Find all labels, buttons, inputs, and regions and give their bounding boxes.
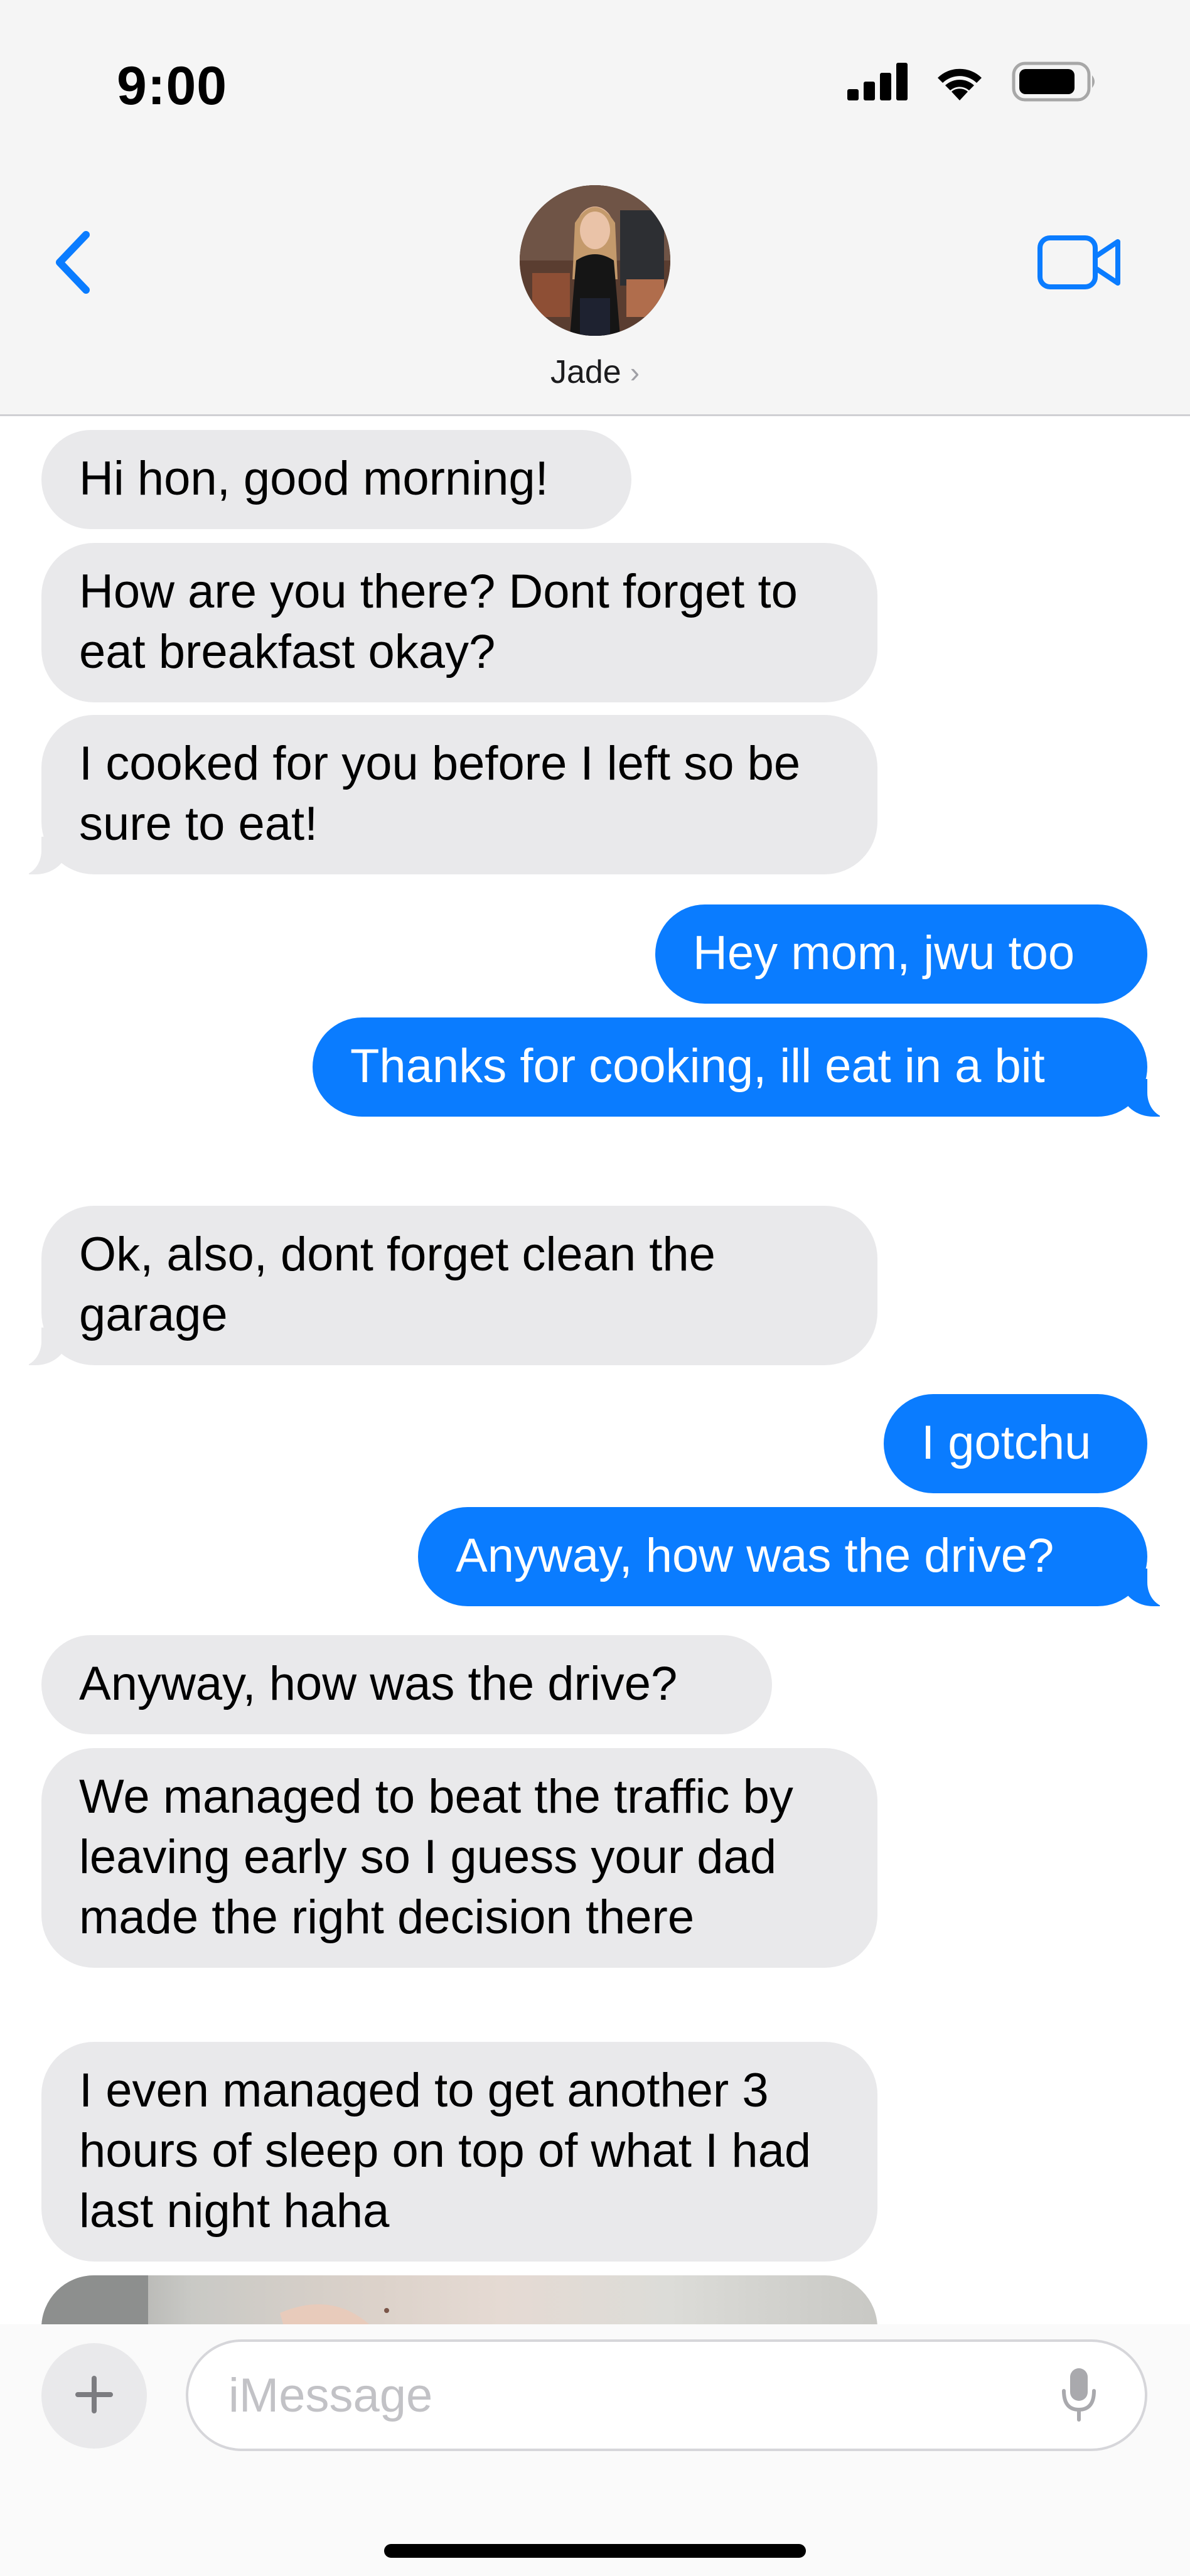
avatar — [520, 185, 670, 336]
plus-icon — [74, 2375, 114, 2418]
message-bubble-incoming[interactable]: How are you there? Dont forget to eat br… — [41, 543, 877, 702]
message-bubble-incoming[interactable]: Hi hon, good morning! — [41, 430, 631, 529]
wifi-icon — [933, 62, 987, 105]
dictation-button[interactable] — [1051, 2364, 1107, 2427]
message-input[interactable] — [227, 2367, 1046, 2423]
message-bubble-incoming[interactable]: Ok, also, dont forget clean the garage — [16, 1206, 877, 1366]
message-bubble-outgoing[interactable]: Thanks for cooking, ill eat in a bit — [313, 1017, 1172, 1118]
contact-name-row: Jade › — [550, 353, 640, 391]
message-bubble-incoming[interactable]: I even managed to get another 3 hours of… — [41, 2042, 877, 2262]
message-thread[interactable]: Hi hon, good morning! How are you there?… — [0, 416, 1190, 2324]
conversation-header: 9:00 Jade › — [0, 0, 1190, 416]
contact-info-button[interactable]: Jade › — [0, 185, 1190, 391]
status-time: 9:00 — [117, 56, 228, 116]
status-icons — [847, 62, 1097, 105]
video-call-button[interactable] — [1029, 226, 1130, 301]
microphone-icon — [1060, 2366, 1098, 2427]
message-input-container[interactable] — [186, 2339, 1147, 2451]
video-camera-icon — [1037, 234, 1122, 294]
message-bubble-incoming[interactable]: Anyway, how was the drive? — [41, 1635, 772, 1734]
contact-name: Jade — [550, 354, 621, 390]
message-bubble-incoming[interactable]: I cooked for you before I left so be sur… — [16, 715, 877, 876]
battery-icon — [1012, 62, 1097, 105]
message-bubble-outgoing[interactable]: I gotchu — [884, 1394, 1147, 1493]
message-bubble-outgoing[interactable]: Anyway, how was the drive? — [418, 1507, 1172, 1607]
chevron-right-icon: › — [630, 356, 640, 389]
add-attachment-button[interactable] — [41, 2343, 147, 2449]
photo-attachment[interactable] — [41, 2275, 877, 2324]
message-bubble-incoming[interactable]: We managed to beat the traffic by leavin… — [41, 1748, 877, 1968]
message-bubble-outgoing[interactable]: Hey mom, jwu too — [655, 904, 1147, 1004]
home-indicator[interactable] — [384, 2544, 806, 2558]
compose-bar — [0, 2324, 1190, 2576]
cellular-signal-icon — [847, 63, 908, 104]
